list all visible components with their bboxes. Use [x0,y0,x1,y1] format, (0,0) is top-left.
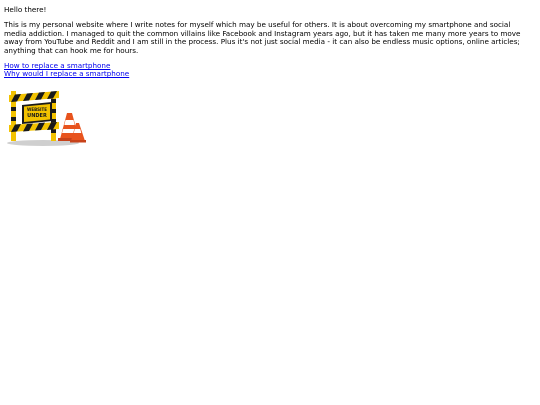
sign-text-bottom: UNDER [27,113,47,119]
traffic-cones [58,113,86,143]
greeting-text: Hello there! [4,5,47,14]
sign-board: WEBSITE UNDER [22,102,52,124]
link-why-replace-smartphone[interactable]: Why would I replace a smartphone [4,70,532,79]
page-content: Hello there! This is my personal website… [4,5,532,79]
intro-paragraph: This is my personal website where I writ… [4,20,521,55]
sign-text-top: WEBSITE [27,107,47,112]
under-construction-icon: WEBSITE UNDER [7,91,86,146]
